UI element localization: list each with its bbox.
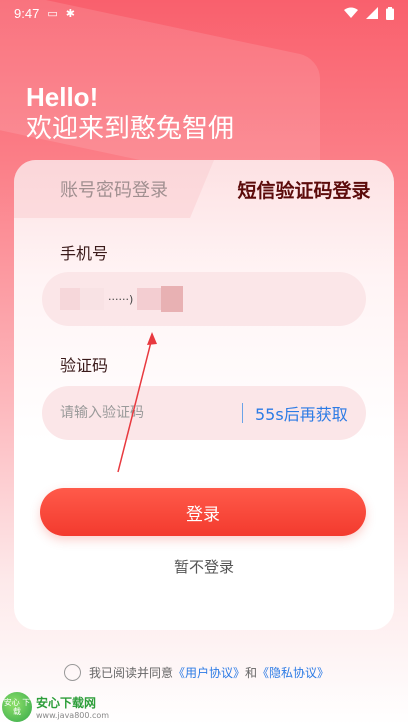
phone-label: 手机号 (60, 244, 109, 263)
greeting-hello: Hello! (26, 82, 99, 112)
agreement-and: 和 (245, 666, 258, 680)
watermark-logo-icon: 安心 下载 (2, 692, 32, 722)
battery-icon (386, 6, 394, 20)
agreement-prefix: 我已阅读并同意 (89, 666, 174, 680)
signal-icon (366, 7, 378, 19)
tab-sms-login[interactable]: 短信验证码登录 (214, 160, 394, 218)
message-icon: ▭ (47, 6, 58, 20)
greeting-welcome: 欢迎来到憨兔智佣 (26, 114, 235, 144)
watermark: 安心 下载 安心下载网 www.java800.com (2, 692, 109, 722)
mosaic-block (161, 286, 184, 312)
watermark-title: 安心下载网 (36, 696, 97, 710)
code-input[interactable] (60, 405, 230, 421)
user-agreement-link[interactable]: 《用户协议》 (173, 664, 245, 681)
code-label: 验证码 (60, 356, 109, 375)
phone-value-masked: ······) (60, 279, 184, 319)
resend-code-button[interactable]: 55s后再获取 (255, 401, 348, 425)
status-time: 9:47 (14, 5, 40, 21)
agreement-row: 我已阅读并同意 《用户协议》 和 《隐私协议》 (64, 664, 329, 681)
skip-login-link[interactable]: 暂不登录 (0, 556, 408, 577)
code-divider (242, 403, 243, 423)
bug-icon: ✱ (65, 6, 75, 20)
tab-password-login[interactable]: 账号密码登录 (14, 160, 214, 218)
privacy-policy-link[interactable]: 《隐私协议》 (257, 664, 329, 681)
mosaic-block (80, 288, 104, 310)
phone-field[interactable]: ······) (42, 272, 366, 326)
wifi-icon (344, 7, 358, 18)
status-bar: 9:47 ▭ ✱ (0, 0, 408, 26)
status-right (344, 6, 394, 20)
phone-value: ······) (108, 292, 134, 306)
login-button[interactable]: 登录 (40, 488, 366, 536)
watermark-url: www.java800.com (36, 711, 110, 720)
mosaic-block (60, 288, 80, 310)
code-field: 55s后再获取 (42, 386, 366, 440)
agreement-checkbox[interactable] (64, 664, 81, 681)
mosaic-block (137, 288, 162, 310)
watermark-text: 安心下载网 www.java800.com (36, 694, 109, 720)
greeting: Hello! 欢迎来到憨兔智佣 (26, 82, 234, 146)
